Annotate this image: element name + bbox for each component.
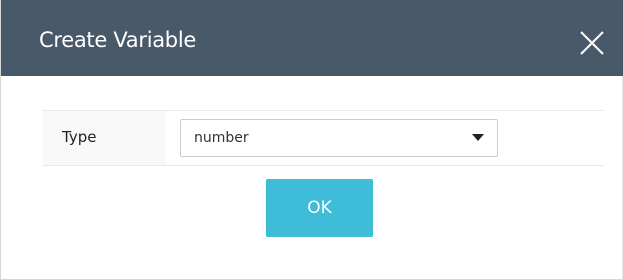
ok-button-label: OK (307, 198, 332, 218)
close-icon (580, 31, 604, 55)
close-button[interactable] (579, 30, 605, 56)
dialog-title: Create Variable (39, 28, 196, 52)
ok-button[interactable]: OK (266, 179, 373, 237)
type-label: Type (62, 128, 97, 146)
type-select-value: number (194, 130, 249, 146)
caret-down-icon (472, 134, 484, 141)
create-variable-dialog: Create Variable Type number OK (0, 0, 623, 280)
dialog-header: Create Variable (1, 0, 623, 76)
type-label-cell: Type (42, 111, 166, 165)
type-form-row: Type number (42, 110, 604, 166)
type-select[interactable]: number (180, 119, 498, 157)
